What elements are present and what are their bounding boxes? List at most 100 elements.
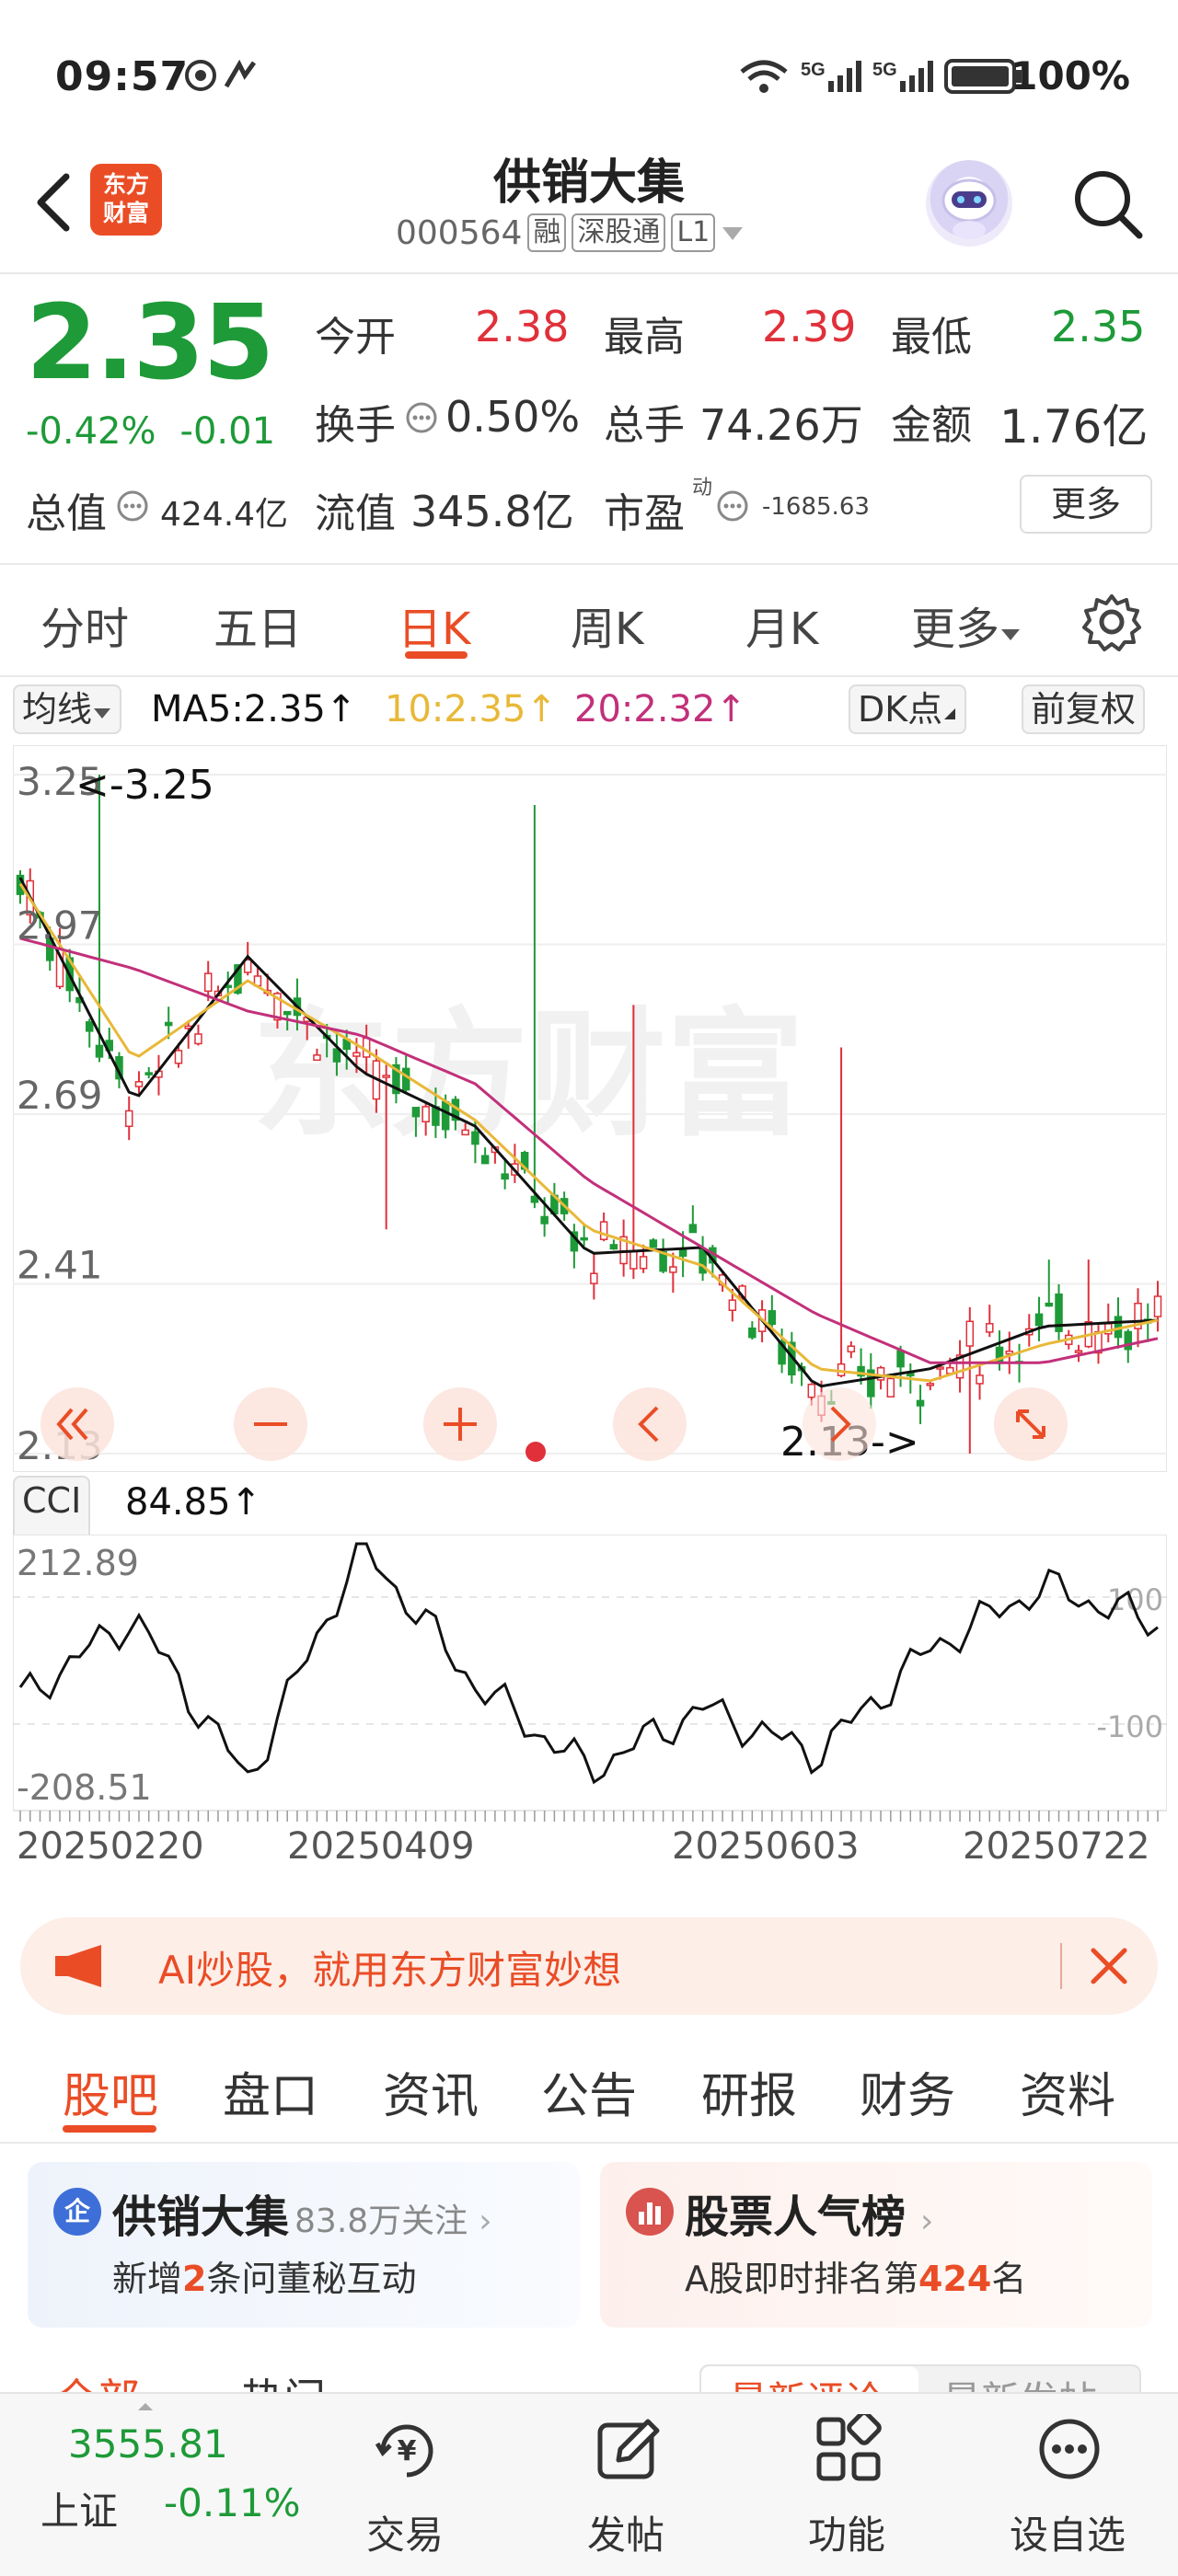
sort-toggle[interactable]: 最新评论 最新发帖 (699, 2364, 1141, 2392)
gear-icon[interactable] (1082, 592, 1141, 651)
zoom-in-button[interactable] (423, 1387, 497, 1461)
ma-type-select[interactable]: 均线 (13, 684, 122, 734)
date-label: 20250220 (17, 1825, 204, 1868)
cell-signal-icon-2: 5G (872, 60, 933, 92)
stock-code-row[interactable]: 000564 融 深股通 L1 (396, 213, 745, 252)
forum-filter-row: 全部 热门 最新评论 最新发帖 (0, 2355, 1178, 2392)
tab-weekly-k[interactable]: 周K (571, 592, 643, 657)
popularity-card-name: 股票人气榜 (685, 2191, 907, 2243)
tab-news[interactable]: 资讯 (383, 2057, 479, 2126)
popularity-card[interactable]: 股票人气榜 › A股即时排名第424名 (600, 2162, 1152, 2328)
candle-body (352, 1052, 361, 1057)
tab-more[interactable]: 更多 (911, 592, 1022, 657)
tab-intraday[interactable]: 分时 (40, 592, 129, 657)
low-label: 最低 (891, 314, 972, 361)
forum-card[interactable]: 企 供销大集 83.8万关注 › 新增2条问董秘互动 (28, 2162, 580, 2328)
cci-value: 84.85↑ (125, 1481, 261, 1524)
up-arrow-icon: ↑ (715, 688, 746, 730)
tab-profile[interactable]: 资料 (1020, 2057, 1115, 2126)
candle-body (540, 1215, 549, 1225)
candle-body (926, 1383, 935, 1386)
more-quote-button[interactable]: 更多 (1020, 475, 1152, 534)
cci-chart[interactable]: 212.89 -208.51 100 -100 20250220 2025040… (13, 1535, 1167, 1903)
ad-divider (1060, 1943, 1062, 1989)
bottom-nav: 3555.81 上证 -0.11% ¥ 交易 发帖 功能 设自选 (0, 2392, 1178, 2576)
pe-superscript: 动 (692, 477, 713, 500)
tab-announcements[interactable]: 公告 (541, 2057, 637, 2126)
index-name[interactable]: 上证 (40, 2480, 118, 2536)
ad-banner[interactable]: AI炒股，就用东方财富妙想 (20, 1917, 1158, 2015)
candle-body (847, 1345, 856, 1353)
wifi-icon (740, 60, 788, 93)
svg-text:5G: 5G (872, 60, 897, 80)
forum-card-title: 供销大集 83.8万关注 › (112, 2180, 492, 2245)
dk-point-button[interactable]: DK点 (849, 684, 967, 734)
nav-trade[interactable]: ¥ 交易 (313, 2394, 497, 2576)
tab-financials[interactable]: 财务 (860, 2057, 955, 2126)
candle-body (411, 1107, 421, 1118)
nav-post[interactable]: 发帖 (534, 2394, 718, 2576)
date-label: 20250722 (963, 1825, 1150, 1868)
sort-latest-post[interactable]: 最新发帖 (942, 2370, 1097, 2392)
volume-value: 74.26万 (699, 400, 863, 450)
volume-label: 总手 (604, 402, 685, 449)
tab-forum[interactable]: 股吧 (63, 2057, 158, 2126)
cci-y-bottom: -208.51 (17, 1767, 152, 1808)
cci-value-text: 84.85 (125, 1481, 231, 1524)
candle-body (144, 1072, 153, 1075)
ma5-text: MA5:2.35 (151, 688, 326, 730)
page-indicator-dot (525, 1442, 546, 1462)
nav-functions[interactable]: 功能 (755, 2394, 939, 2576)
filter-all[interactable]: 全部 (55, 2366, 140, 2392)
candle-body (986, 1323, 994, 1333)
search-button[interactable] (1068, 164, 1145, 241)
info-icon[interactable] (716, 489, 749, 523)
close-icon[interactable] (1088, 1945, 1130, 1987)
tab-monthly-k[interactable]: 月K (745, 592, 818, 657)
nav-trade-label: 交易 (365, 2513, 444, 2558)
nav-add-watchlist[interactable]: 设自选 (976, 2394, 1160, 2576)
index-change[interactable]: -0.11% (164, 2480, 301, 2525)
back-button[interactable] (26, 166, 81, 239)
info-icon[interactable] (116, 489, 149, 523)
candle-body (174, 1050, 183, 1064)
scroll-right-button[interactable] (803, 1387, 876, 1461)
app-logo[interactable]: 东方 财富 (90, 164, 162, 236)
info-icon[interactable] (405, 401, 438, 434)
float-cap-value: 345.8亿 (410, 487, 574, 536)
ai-robot-avatar[interactable] (926, 160, 1012, 247)
pe-value: -1685.63 (762, 493, 870, 521)
tab-research[interactable]: 研报 (701, 2057, 797, 2126)
candle-body (194, 1033, 202, 1045)
date-label: 20250409 (287, 1825, 475, 1868)
fullscreen-button[interactable] (994, 1387, 1068, 1461)
candle-body (590, 1272, 598, 1284)
scroll-left-button[interactable] (613, 1387, 687, 1461)
battery-level: 100% (1011, 53, 1130, 98)
nav-post-label: 发帖 (586, 2513, 664, 2558)
filter-hot[interactable]: 热门 (241, 2366, 326, 2392)
megaphone-icon (55, 1945, 101, 1987)
change-percent: -0.42% (26, 410, 156, 453)
candle-body (768, 1310, 777, 1326)
index-value[interactable]: 3555.81 (68, 2421, 228, 2467)
adjust-button[interactable]: 前复权 (1022, 684, 1146, 734)
candle-body (807, 1384, 816, 1398)
tab-orderbook[interactable]: 盘口 (223, 2057, 318, 2126)
sort-latest-comment[interactable]: 最新评论 (701, 2366, 918, 2392)
stock-code: 000564 (396, 213, 523, 252)
tab-five-day[interactable]: 五日 (214, 592, 302, 657)
candle-body (599, 1221, 608, 1240)
ma-legend: 均线 MA5:2.35↑ 10:2.35↑ 20:2.32↑ DK点 前复权 (13, 681, 1172, 736)
kline-chart[interactable]: 东方财富 3.252.972.692.412.13 <-3.25 2.13-> (13, 745, 1167, 1472)
zoom-out-button[interactable] (234, 1387, 307, 1461)
tab-more-label: 更多 (911, 604, 1000, 655)
scroll-left-fast-button[interactable] (40, 1387, 114, 1461)
candle-body (580, 1236, 588, 1241)
open-value: 2.38 (475, 302, 570, 351)
svg-text:5G: 5G (801, 60, 826, 80)
high-label: 最高 (604, 314, 685, 361)
amount-value: 1.76亿 (999, 400, 1149, 454)
tab-daily-k[interactable]: 日K (398, 592, 470, 657)
popularity-card-subtitle: A股即时排名第424名 (685, 2259, 1027, 2299)
